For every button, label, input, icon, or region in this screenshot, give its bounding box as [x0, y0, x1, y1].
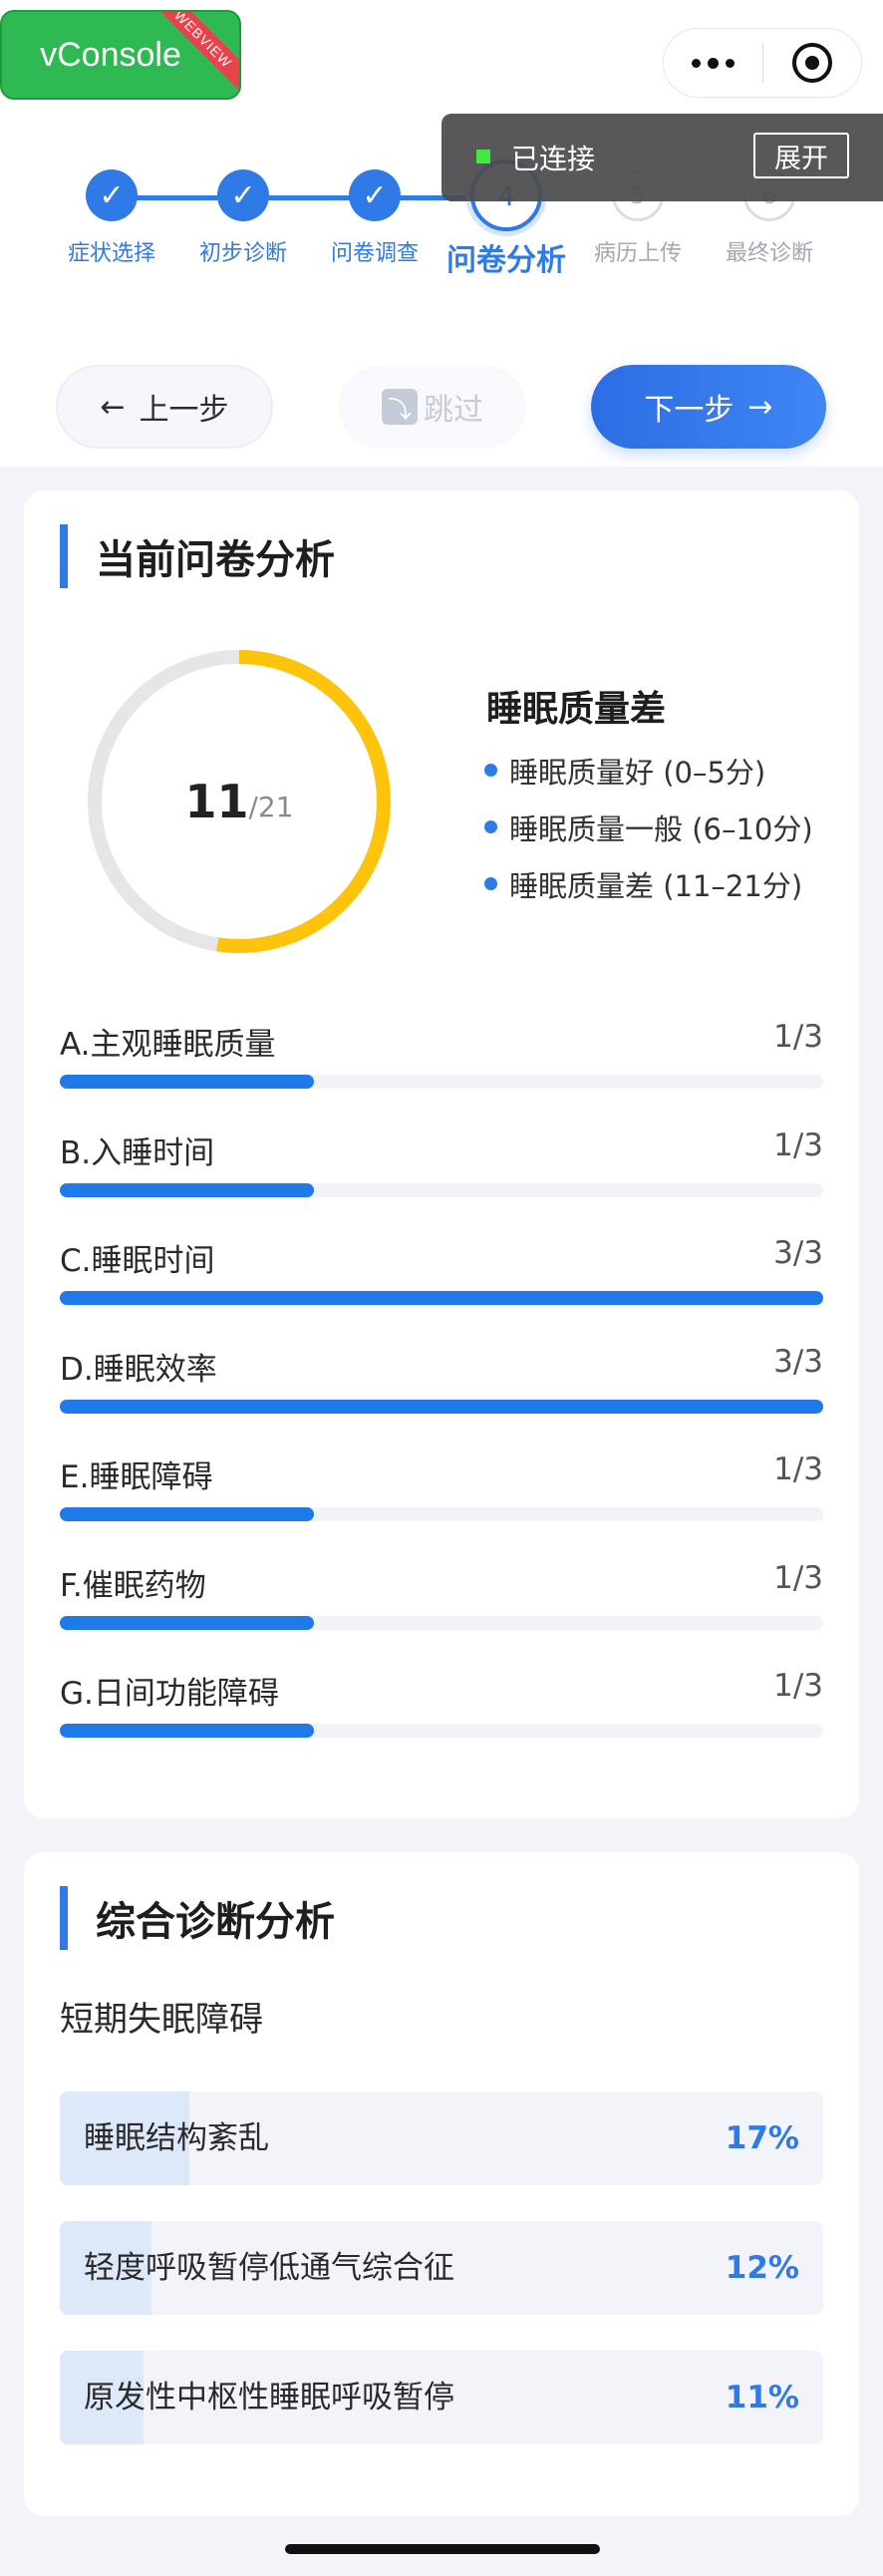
section-title: 当前问卷分析 [60, 524, 335, 588]
factor-bar-fill [60, 1399, 823, 1414]
factor-row: B.入睡时间 1/3 [60, 1120, 823, 1228]
factor-bar-fill [60, 1291, 823, 1305]
diagnosis-name: 原发性中枢性睡眠呼吸暂停 [84, 2380, 454, 2415]
factor-bar-fill [60, 1075, 315, 1089]
factor-score: 3/3 [773, 1343, 823, 1380]
step-label: 最终诊断 [725, 241, 813, 266]
factor-row: D.睡眠效率 3/3 [60, 1336, 823, 1445]
factor-bar-fill [60, 1615, 315, 1630]
diagnosis-analysis-card: 综合诊断分析 短期失眠障碍 睡眠结构紊乱 17% 轻度呼吸暂停低通气综合征 12… [24, 1852, 859, 2516]
vconsole-button[interactable]: vConsole WEBVIEW [0, 10, 241, 100]
step-label: 病历上传 [593, 241, 682, 266]
skip-label: 跳过 [424, 393, 483, 428]
factor-score: 1/3 [773, 1451, 823, 1487]
factor-score: 1/3 [773, 1019, 823, 1055]
factor-name: A.主观睡眠质量 [60, 1027, 276, 1063]
factor-bar-track [60, 1615, 823, 1630]
factor-score: 1/3 [773, 1668, 823, 1704]
factor-name: D.睡眠效率 [60, 1351, 217, 1388]
connection-status: 已连接 [511, 143, 596, 175]
diagnosis-percent: 12% [725, 2250, 799, 2286]
more-button[interactable] [664, 28, 762, 98]
donut-center: 11 /21 [80, 642, 399, 961]
score-legend: 睡眠质量好 (0–5分) 睡眠质量一般 (6–10分) 睡眠质量差 (11–21… [484, 742, 813, 912]
step-label: 问卷调查 [330, 241, 419, 266]
factor-row: E.睡眠障碍 1/3 [60, 1444, 823, 1552]
factor-name: E.睡眠障碍 [60, 1459, 213, 1495]
bullet-icon [484, 764, 497, 777]
questionnaire-analysis-card: 当前问卷分析 11 /21 睡眠质量差 睡眠质量好 (0–5分) 睡眠质量一般 … [24, 490, 859, 1818]
close-miniprogram-button[interactable] [763, 28, 861, 98]
factor-bar-fill [60, 1182, 315, 1197]
step-1[interactable]: ✓ 症状选择 [47, 160, 176, 267]
arrow-right-icon: → [747, 389, 773, 425]
more-icon [692, 57, 735, 69]
legend-label: 睡眠质量好 (0–5分) [509, 755, 766, 790]
factor-row: C.睡眠时间 3/3 [60, 1227, 823, 1336]
legend-label: 睡眠质量一般 (6–10分) [509, 811, 813, 846]
factor-score: 1/3 [773, 1559, 823, 1596]
factor-name: G.日间功能障碍 [60, 1676, 279, 1712]
skip-icon: ⤵ [382, 389, 418, 425]
factor-list: A.主观睡眠质量 1/3 B.入睡时间 1/3 C.睡眠时间 3/3 D.睡眠效… [60, 1011, 823, 1769]
check-icon: ✓ [217, 169, 269, 221]
factor-row: G.日间功能障碍 1/3 [60, 1660, 823, 1769]
factor-bar-fill [60, 1724, 315, 1738]
arrow-left-icon: ← [100, 389, 126, 425]
step-label: 症状选择 [67, 241, 155, 266]
factor-bar-track [60, 1075, 823, 1089]
section-title: 综合诊断分析 [60, 1886, 335, 1950]
factor-score: 3/3 [773, 1235, 823, 1271]
primary-diagnosis: 短期失眠障碍 [60, 2000, 263, 2040]
factor-name: C.睡眠时间 [60, 1243, 215, 1279]
legend-label: 睡眠质量差 (11–21分) [509, 868, 803, 903]
capsule-menu [663, 28, 862, 98]
factor-bar-fill [60, 1507, 315, 1521]
legend-item: 睡眠质量好 (0–5分) [484, 742, 813, 799]
step-label: 初步诊断 [198, 241, 287, 266]
diagnosis-item: 原发性中枢性睡眠呼吸暂停 11% [60, 2351, 823, 2444]
skip-button[interactable]: ⤵ 跳过 [339, 365, 526, 449]
bullet-icon [484, 820, 497, 833]
step-3[interactable]: ✓ 问卷调查 [310, 160, 440, 267]
bullet-icon [484, 877, 497, 890]
legend-item: 睡眠质量一般 (6–10分) [484, 799, 813, 855]
total-score: 11 [184, 775, 249, 828]
factor-name: B.入睡时间 [60, 1134, 215, 1171]
max-score: /21 [248, 790, 294, 823]
diagnosis-item: 睡眠结构紊乱 17% [60, 2092, 823, 2185]
step-2[interactable]: ✓ 初步诊断 [178, 160, 308, 267]
step-label: 问卷分析 [446, 243, 566, 278]
factor-bar-track [60, 1724, 823, 1738]
prev-step-button[interactable]: ← 上一步 [56, 365, 273, 449]
factor-bar-track [60, 1291, 823, 1305]
factor-bar-track [60, 1182, 823, 1197]
factor-bar-track [60, 1507, 823, 1521]
vconsole-label: vConsole [40, 35, 181, 74]
sleep-quality-level: 睡眠质量差 [486, 689, 667, 730]
target-icon [791, 43, 832, 83]
next-step-label: 下一步 [644, 393, 735, 428]
factor-name: F.催眠药物 [60, 1567, 206, 1604]
diagnosis-percent: 11% [725, 2380, 799, 2415]
next-step-button[interactable]: 下一步 → [591, 365, 826, 449]
check-icon: ✓ [86, 169, 138, 221]
connection-toast: 已连接 展开 [442, 114, 883, 201]
factor-row: A.主观睡眠质量 1/3 [60, 1011, 823, 1120]
expand-button[interactable]: 展开 [753, 133, 849, 178]
diagnosis-item: 轻度呼吸暂停低通气综合征 12% [60, 2221, 823, 2315]
factor-row: F.催眠药物 1/3 [60, 1552, 823, 1661]
home-indicator [285, 2544, 600, 2554]
legend-item: 睡眠质量差 (11–21分) [484, 855, 813, 912]
connected-indicator-icon [476, 150, 490, 163]
factor-score: 1/3 [773, 1127, 823, 1163]
diagnosis-name: 轻度呼吸暂停低通气综合征 [84, 2250, 454, 2286]
diagnosis-list: 睡眠结构紊乱 17% 轻度呼吸暂停低通气综合征 12% 原发性中枢性睡眠呼吸暂停… [60, 2092, 823, 2480]
factor-bar-track [60, 1399, 823, 1414]
check-icon: ✓ [349, 169, 401, 221]
diagnosis-name: 睡眠结构紊乱 [84, 2120, 269, 2156]
diagnosis-percent: 17% [725, 2120, 799, 2156]
prev-step-label: 上一步 [139, 393, 229, 428]
